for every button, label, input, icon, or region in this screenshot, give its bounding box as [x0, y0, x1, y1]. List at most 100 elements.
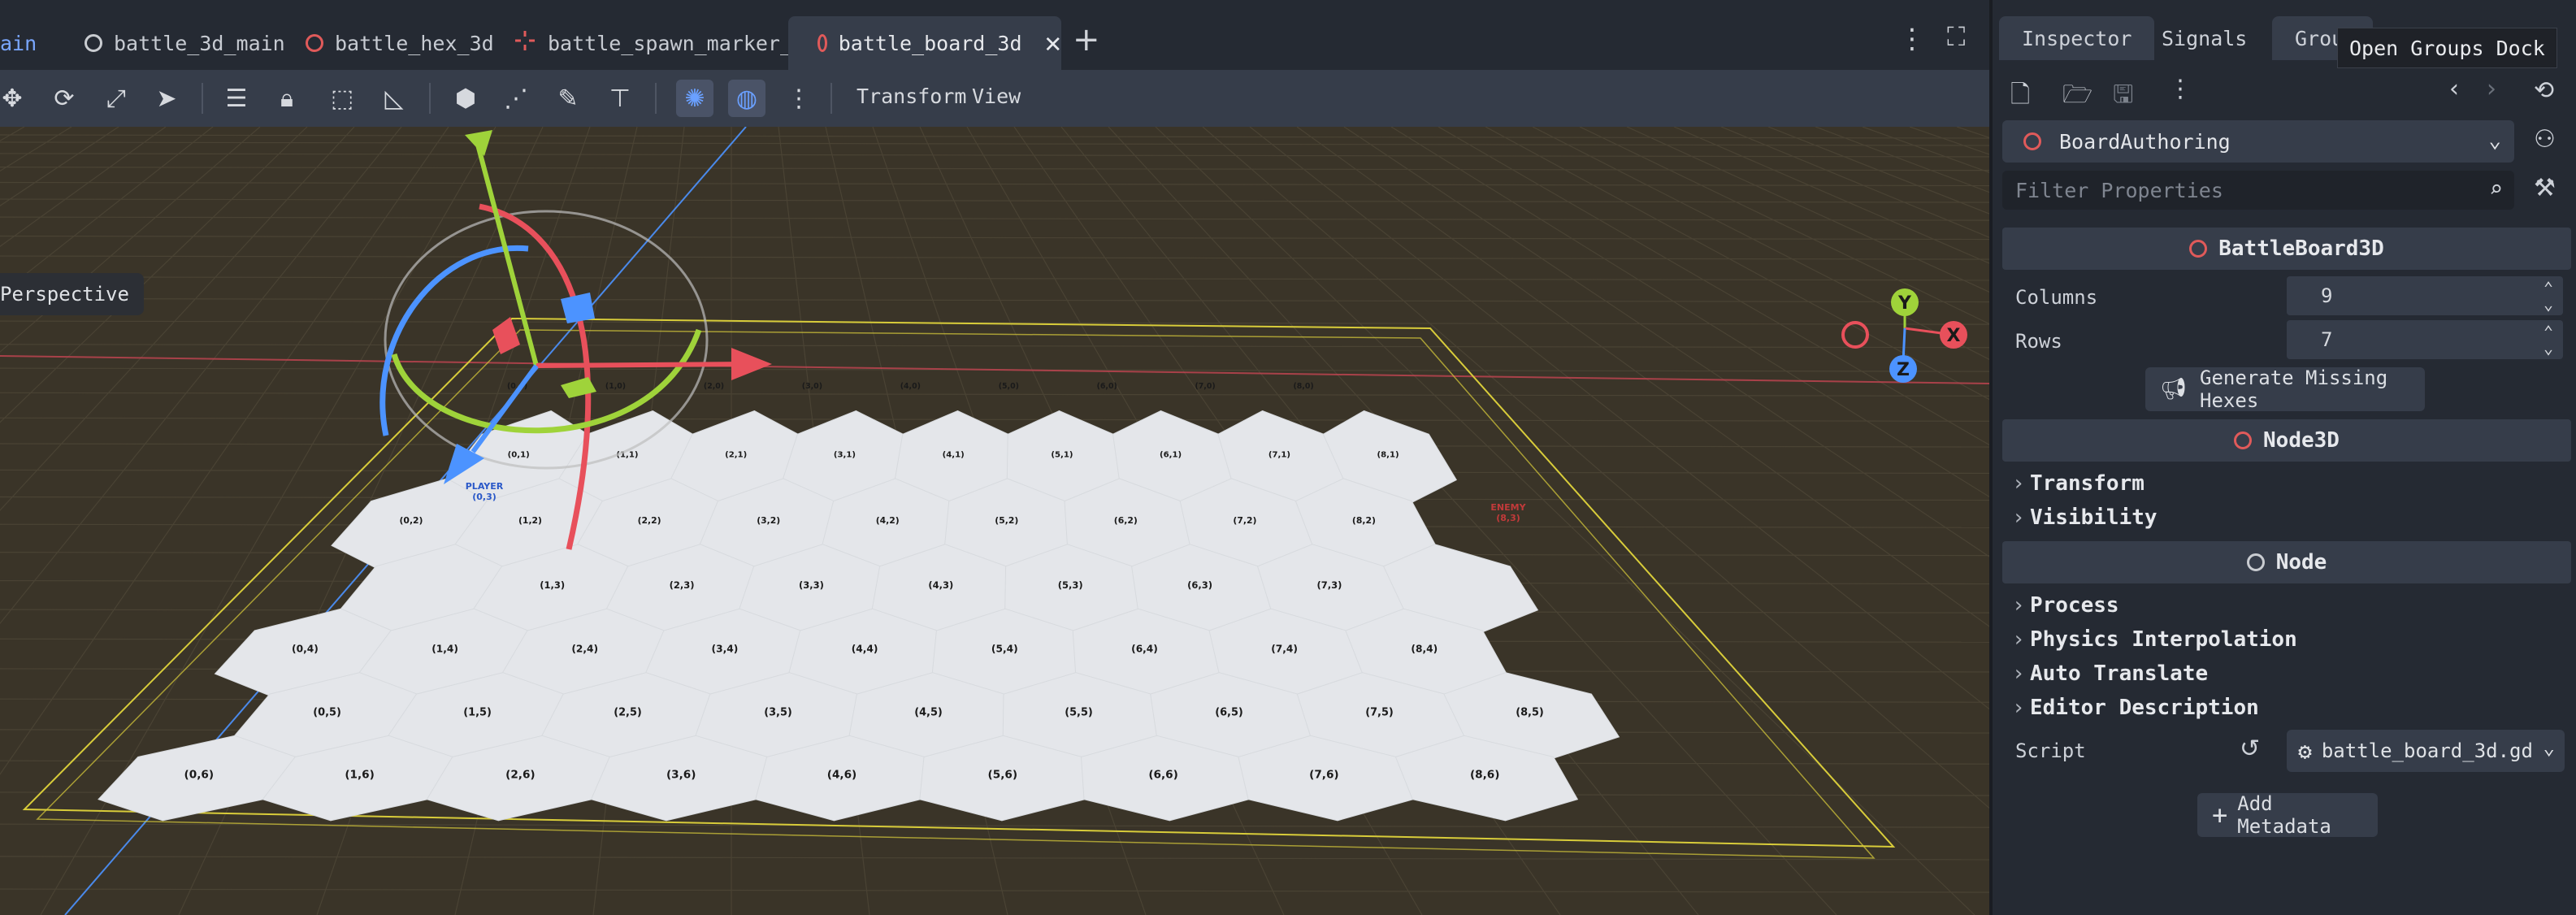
hex-coord-label: (1,0): [605, 382, 626, 391]
hex-coord-label: (7,1): [1268, 451, 1290, 460]
list-select-icon[interactable]: ☰: [218, 80, 255, 117]
plus-icon: +: [2212, 800, 2228, 830]
tab-signals[interactable]: Signals: [2139, 16, 2270, 60]
3d-viewport[interactable]: (0,0) (1,0) (2,0) (3,0) (4,0) (5,0) (6,0) (7,0)…: [0, 127, 1989, 915]
hex-coord-label: (6,3): [1187, 579, 1212, 591]
perspective-menu[interactable]: Perspective: [0, 273, 144, 315]
hex-coord-label: (8,6): [1470, 769, 1500, 782]
more-vertical-icon[interactable]: ⋮: [780, 80, 817, 117]
sun-preview-icon[interactable]: ✺: [676, 80, 713, 117]
section-node3d[interactable]: Node3D: [2002, 419, 2571, 462]
ruler-icon[interactable]: ◺: [375, 80, 413, 117]
grid-line: [1673, 127, 1989, 264]
hex-coord-label: (2,1): [725, 451, 747, 460]
hex-coord-label: (8,2): [1352, 515, 1376, 526]
grid-line: [1720, 127, 1989, 238]
spin-arrows-icon[interactable]: ⌃ ⌄: [2543, 280, 2553, 312]
gizmo-neg-x-icon[interactable]: [1841, 321, 1869, 349]
group-auto-translate[interactable]: › Auto Translate: [2012, 661, 2208, 686]
orientation-gizmo[interactable]: Y X Z: [1841, 288, 1967, 383]
add-metadata-button[interactable]: + Add Metadata: [2197, 792, 2378, 838]
group-visibility[interactable]: › Visibility: [2012, 505, 2158, 530]
move-tool-icon[interactable]: ✥: [0, 80, 31, 117]
section-title: BattleBoard3D: [2218, 236, 2384, 261]
scene-tab-battle-board-3d[interactable]: battle_board_3d ✕: [788, 16, 1061, 70]
rotate-tool-icon[interactable]: ⟳: [46, 80, 83, 117]
group-title: Auto Translate: [2030, 661, 2209, 686]
tab-inspector[interactable]: Inspector: [1999, 16, 2155, 60]
hex-coord-label: (6,2): [1114, 515, 1138, 526]
scene-tab-battle-3d-main[interactable]: battle_3d_main: [85, 16, 285, 70]
group-editor-description[interactable]: › Editor Description: [2012, 696, 2259, 720]
group-physics-interpolation[interactable]: › Physics Interpolation: [2012, 627, 2297, 652]
section-title: Node: [2275, 550, 2327, 575]
hex-coord-label: (0,1): [508, 451, 530, 460]
tooltip: Open Groups Dock: [2337, 28, 2557, 68]
hex-coord-label: (5,1): [1051, 451, 1073, 460]
select-tool-icon[interactable]: ➤: [148, 80, 185, 117]
distraction-free-icon[interactable]: ⛶: [1947, 21, 1965, 53]
grid-line: [0, 297, 1989, 303]
more-vertical-icon[interactable]: ⋮: [2168, 75, 2192, 103]
scale-tool-icon[interactable]: ⤢: [98, 80, 135, 117]
grid-line: [0, 344, 1989, 349]
tab-label: Inspector: [2022, 26, 2132, 50]
grid-line: [1815, 127, 1989, 193]
new-tab-plus-icon[interactable]: +: [1073, 21, 1100, 59]
chevron-right-icon[interactable]: ›: [2487, 75, 2496, 103]
group-title: Process: [2030, 593, 2119, 618]
history-icon[interactable]: ⟲: [2534, 76, 2554, 105]
hex-coord-label: (4,5): [914, 707, 943, 719]
hex-coord-label: (2,4): [571, 644, 598, 655]
tools-icon[interactable]: ⚒: [2534, 174, 2556, 202]
hex-coord-label: (8,1): [1377, 451, 1399, 460]
scene-tab-battle-spawn-marker-3d[interactable]: battle_spawn_marker_3d: [514, 16, 817, 70]
hex-coord-label: (7,4): [1271, 644, 1298, 655]
environment-preview-icon[interactable]: ◍: [728, 80, 765, 117]
lock-icon[interactable]: 🔒︎: [268, 80, 306, 117]
chevron-left-icon[interactable]: ‹: [2449, 75, 2459, 103]
script-picker[interactable]: ⚙ battle_board_3d.gd ⌄: [2287, 730, 2565, 772]
object-selector[interactable]: BoardAuthoring ⌄: [2002, 120, 2514, 163]
group-transform[interactable]: › Transform: [2012, 471, 2144, 496]
columns-spinbox[interactable]: 9 ⌃ ⌄: [2287, 276, 2563, 315]
revert-icon[interactable]: ↺: [2240, 735, 2260, 763]
local-space-icon[interactable]: ⬢: [447, 80, 484, 117]
rows-spinbox[interactable]: 7 ⌃ ⌄: [2287, 320, 2563, 359]
hex-coord-label: (7,2): [1233, 515, 1256, 526]
section-battleboard3d[interactable]: BattleBoard3D: [2002, 228, 2571, 270]
circle-icon: [85, 34, 102, 52]
grid-line: [1909, 127, 1989, 155]
hex-coord-label: (3,6): [666, 769, 696, 782]
player-marker-coord: (0,3): [472, 492, 497, 502]
save-icon[interactable]: 🖫: [2113, 76, 2134, 118]
group-process[interactable]: › Process: [2012, 593, 2119, 618]
paint-icon[interactable]: ✎: [549, 80, 587, 117]
world-x-axis: [0, 355, 1989, 384]
grid-line: [1532, 127, 1989, 360]
more-vertical-icon[interactable]: ⋮: [1898, 23, 1926, 55]
spin-arrows-icon[interactable]: ⌃ ⌄: [2543, 323, 2553, 356]
generate-missing-hexes-button[interactable]: 📢︎ Generate Missing Hexes: [2145, 366, 2425, 412]
view-menu[interactable]: View: [972, 85, 1021, 108]
hex-coord-label: (3,4): [712, 644, 739, 655]
node-name: BoardAuthoring: [2059, 129, 2231, 154]
close-icon[interactable]: ✕: [1045, 27, 1061, 59]
group-icon[interactable]: ⬚: [323, 80, 361, 117]
open-folder-icon[interactable]: 🗁: [2062, 76, 2092, 118]
tab-label: battle_board_3d: [838, 31, 1022, 55]
section-node[interactable]: Node: [2002, 541, 2571, 583]
filter-properties-input[interactable]: Filter Properties ⌕: [2002, 171, 2514, 210]
toolbar-divider: [202, 83, 203, 114]
scene-tab-main[interactable]: ain: [0, 16, 37, 70]
scene-tab-battle-hex-3d[interactable]: battle_hex_3d: [306, 16, 494, 70]
hex-coord-label: (6,1): [1160, 451, 1182, 460]
group-title: Visibility: [2030, 505, 2158, 530]
new-resource-icon[interactable]: 🗋: [2010, 76, 2030, 118]
node-tree-icon[interactable]: ⚇: [2534, 125, 2556, 154]
pin-icon[interactable]: ⊤: [601, 80, 639, 117]
script-filename: battle_board_3d.gd: [2321, 739, 2533, 762]
hex-coord-label: (4,1): [943, 451, 965, 460]
transform-menu[interactable]: Transform: [856, 85, 966, 108]
snap-icon[interactable]: ⋰: [497, 80, 535, 117]
